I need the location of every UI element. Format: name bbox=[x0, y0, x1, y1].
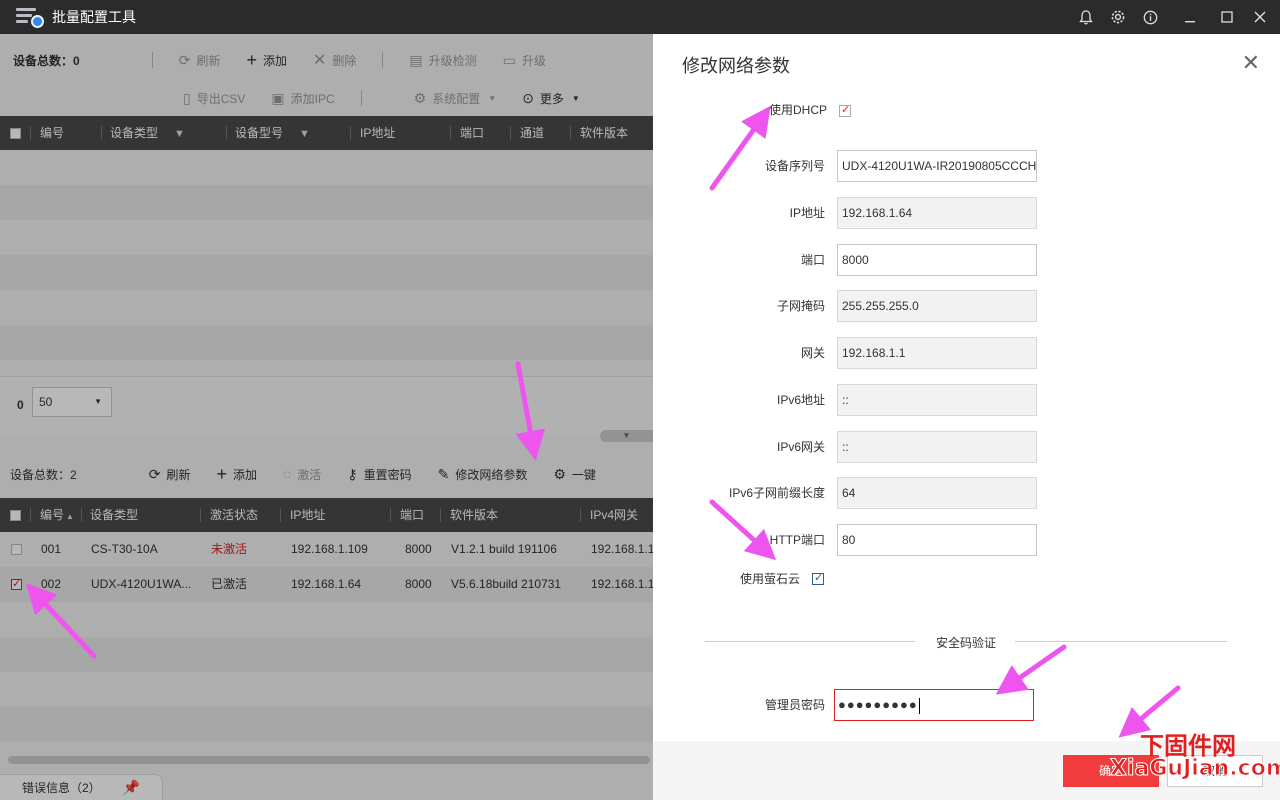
close-icon[interactable]: ✕ bbox=[1242, 50, 1260, 76]
modify-network-dialog: 修改网络参数 ✕ 使用DHCP 设备序列号 UDX-4120U1WA-IR201… bbox=[653, 34, 1280, 800]
title-bar: 批量配置工具 bbox=[0, 0, 1280, 34]
maximize-icon[interactable] bbox=[1214, 0, 1240, 34]
section-divider-left bbox=[705, 641, 915, 642]
serial-field-row: 设备序列号 UDX-4120U1WA-IR20190805CCCH bbox=[653, 150, 1280, 182]
subnet-mask-input[interactable]: 255.255.255.0 bbox=[837, 290, 1037, 322]
close-window-icon[interactable] bbox=[1240, 0, 1280, 34]
ipv6-field-row: IPv6地址 :: bbox=[653, 384, 1280, 416]
info-icon[interactable] bbox=[1134, 0, 1166, 34]
minimize-icon[interactable] bbox=[1166, 0, 1214, 34]
ipv6-address-input[interactable]: :: bbox=[837, 384, 1037, 416]
app-title: 批量配置工具 bbox=[52, 9, 136, 25]
ipv6-prefix-field-row: IPv6子网前缀长度 64 bbox=[653, 477, 1280, 509]
port-field-row: 端口 8000 bbox=[653, 244, 1280, 276]
ezviz-checkbox[interactable] bbox=[812, 571, 824, 585]
gateway-field-row: 网关 192.168.1.1 bbox=[653, 337, 1280, 369]
dhcp-row: 使用DHCP bbox=[653, 95, 1280, 127]
subnet-field-row: 子网掩码 255.255.255.0 bbox=[653, 290, 1280, 322]
ezviz-label: 使用萤石云 bbox=[739, 572, 800, 586]
http-port-input[interactable]: 80 bbox=[837, 524, 1037, 556]
gateway-input[interactable]: 192.168.1.1 bbox=[837, 337, 1037, 369]
http-port-field-row: HTTP端口 80 bbox=[653, 524, 1280, 556]
dhcp-checkbox[interactable] bbox=[839, 103, 851, 117]
port-input[interactable]: 8000 bbox=[837, 244, 1037, 276]
watermark-en: XiaGuJian.com bbox=[1110, 756, 1280, 782]
modal-overlay bbox=[0, 34, 653, 800]
watermark: 下固件网 XiaGuJian.com bbox=[1100, 726, 1280, 786]
ip-field-row: IP地址 192.168.1.64 bbox=[653, 197, 1280, 229]
app-logo-icon bbox=[16, 6, 44, 28]
gear-icon[interactable] bbox=[1102, 0, 1134, 34]
ipv6-gateway-input[interactable]: :: bbox=[837, 431, 1037, 463]
section-divider-right bbox=[1015, 641, 1227, 642]
admin-password-input[interactable]: ●●●●●●●●● bbox=[834, 689, 1034, 721]
admin-password-label: 管理员密码 bbox=[764, 698, 825, 712]
ezviz-row: 使用萤石云 bbox=[653, 563, 1280, 595]
serial-number-input[interactable]: UDX-4120U1WA-IR20190805CCCH bbox=[837, 150, 1037, 182]
bell-icon[interactable] bbox=[1070, 0, 1102, 34]
dhcp-label: 使用DHCP bbox=[768, 103, 827, 117]
dialog-title: 修改网络参数 bbox=[682, 56, 790, 76]
security-section-title: 安全码验证 bbox=[936, 636, 997, 650]
ipv6-prefix-input[interactable]: 64 bbox=[837, 477, 1037, 509]
ipv6-gateway-field-row: IPv6网关 :: bbox=[653, 431, 1280, 463]
ip-address-input[interactable]: 192.168.1.64 bbox=[837, 197, 1037, 229]
